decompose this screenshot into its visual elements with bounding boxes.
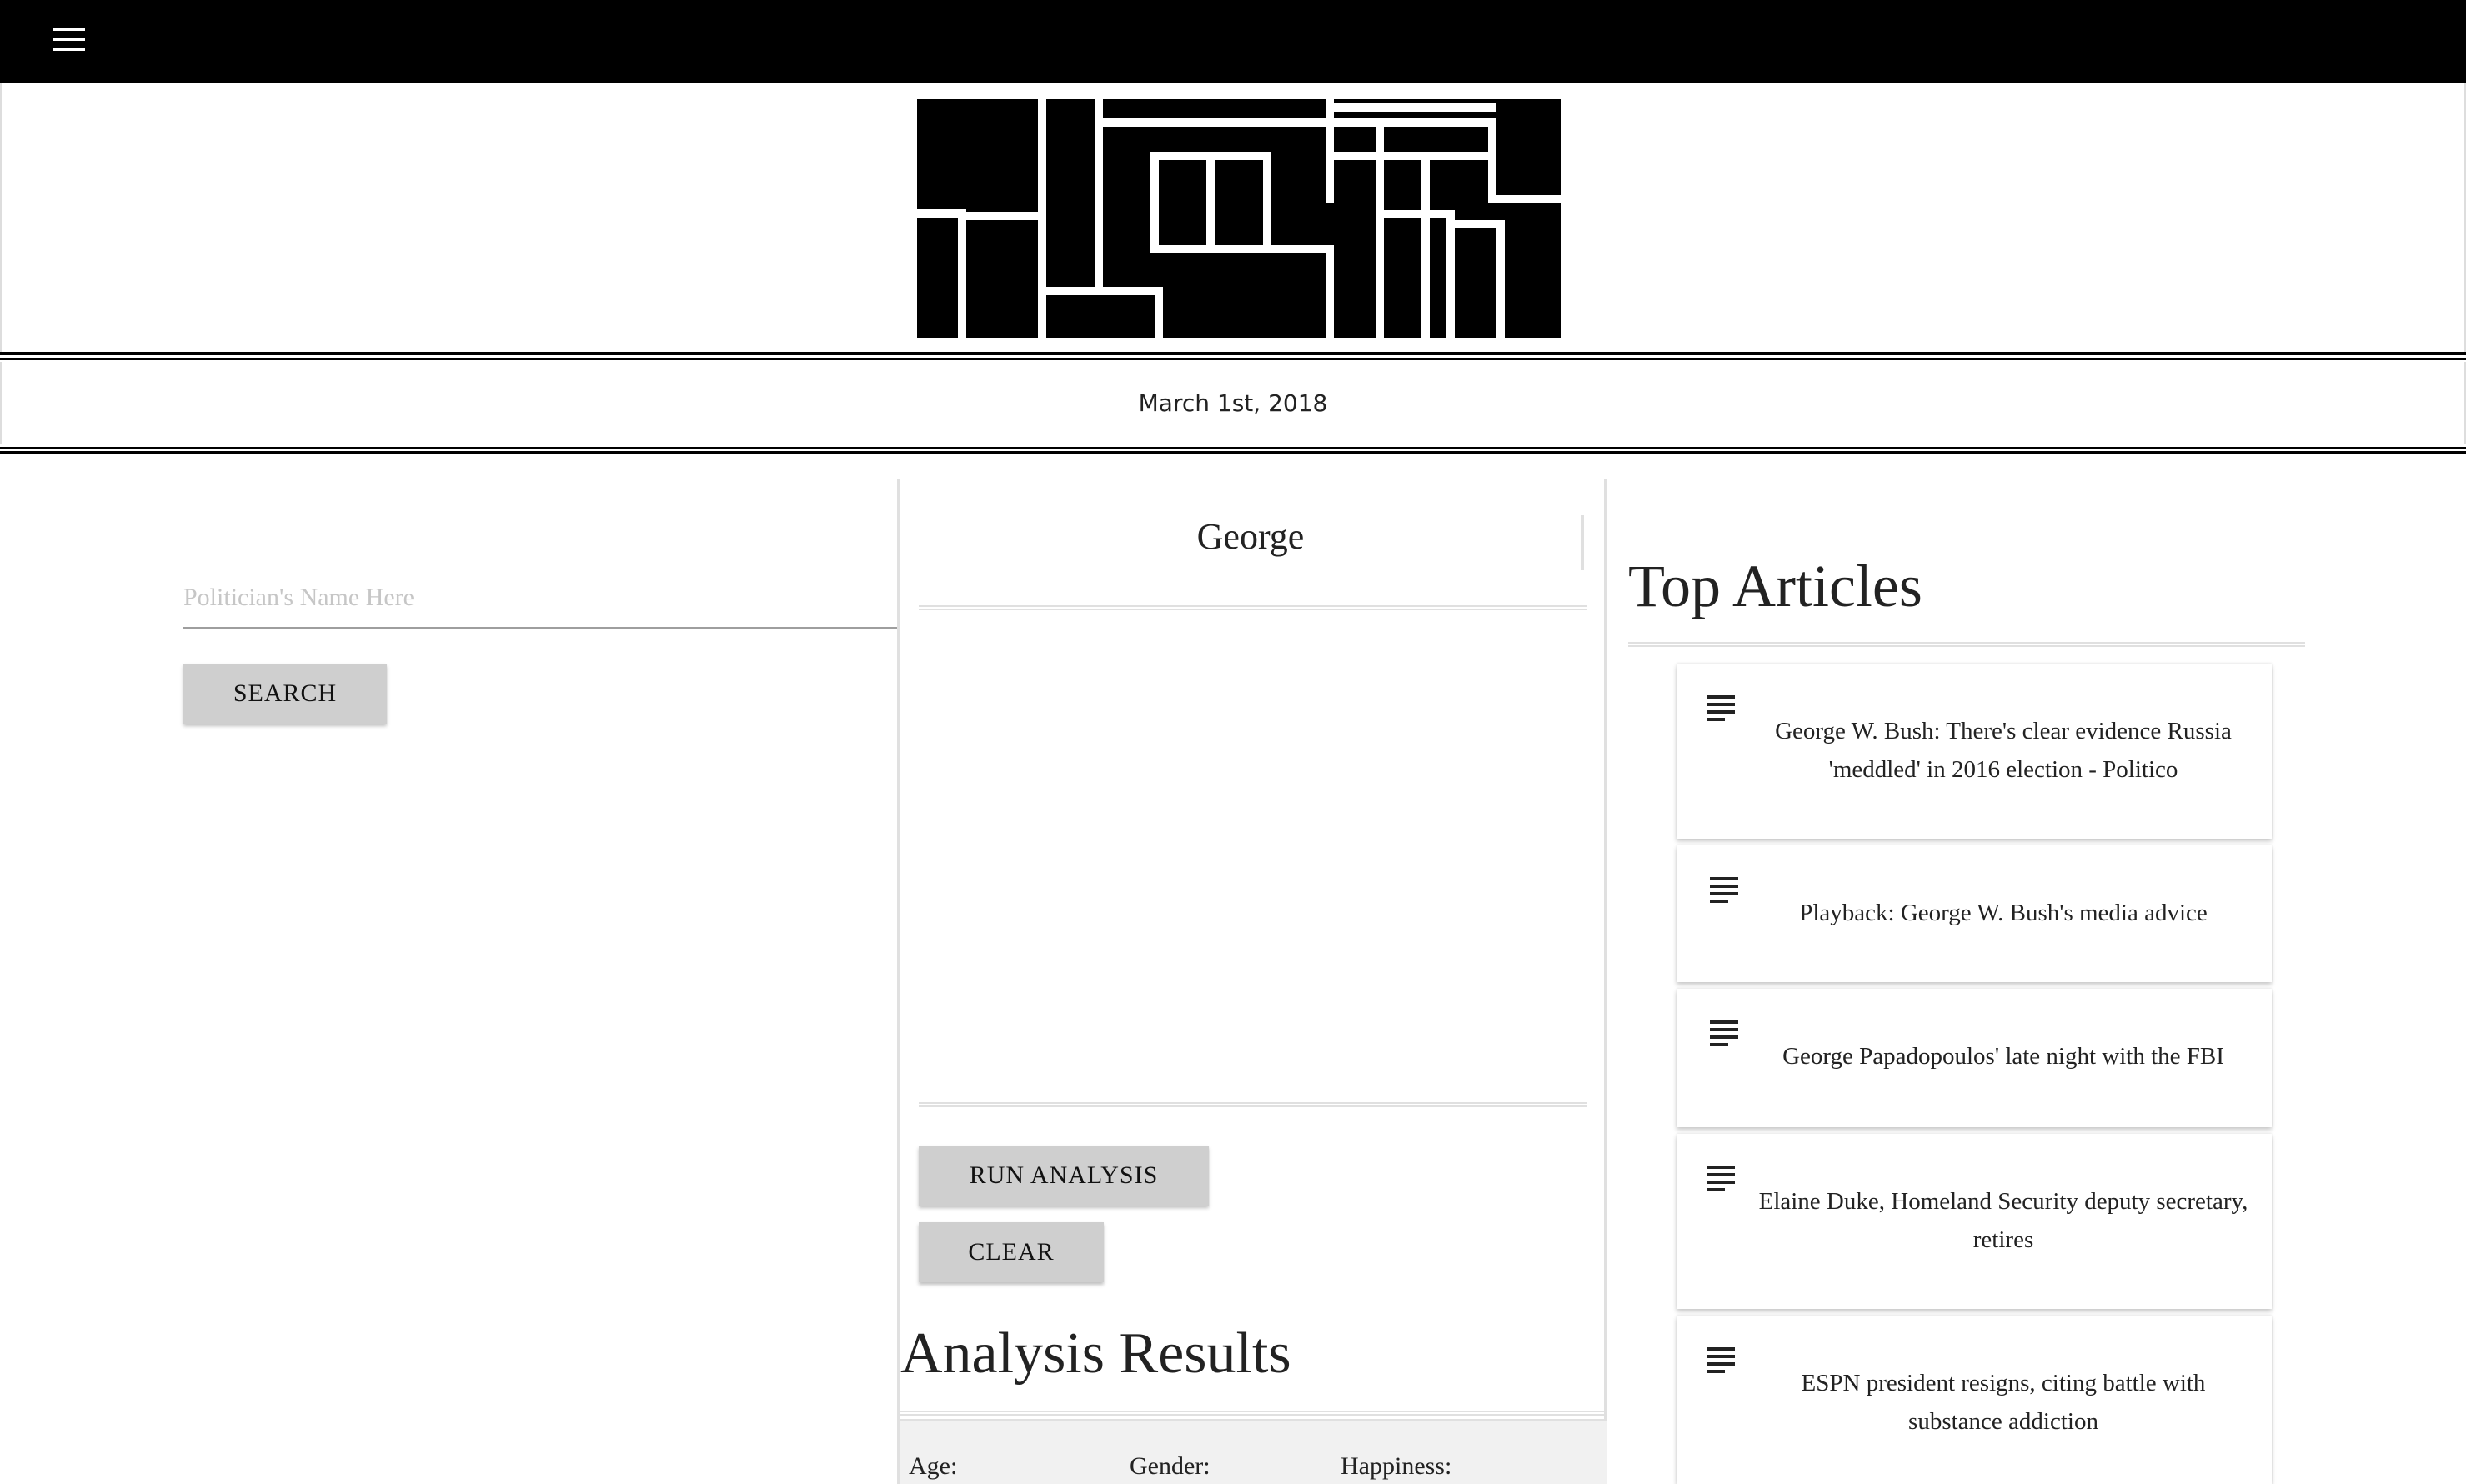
article-title: George W. Bush: There's clear evidence R… <box>1775 718 2232 783</box>
article-lines-icon <box>1707 1166 1735 1191</box>
divider <box>919 605 1587 610</box>
article-lines-icon <box>1707 1347 1735 1373</box>
happiness-label: Happiness: <box>1341 1452 1452 1480</box>
site-logo <box>917 99 1561 338</box>
candidate-name: George <box>1196 516 1305 557</box>
article-title: Elaine Duke, Homeland Security deputy se… <box>1758 1188 2248 1253</box>
logo-header <box>0 83 2466 352</box>
top-navbar <box>0 0 2466 83</box>
article-card[interactable]: George W. Bush: There's clear evidence R… <box>1677 664 2272 839</box>
divider <box>0 447 2466 449</box>
article-card[interactable]: Elaine Duke, Homeland Security deputy se… <box>1677 1134 2272 1309</box>
article-lines-icon <box>1710 1020 1738 1046</box>
divider <box>919 1102 1587 1107</box>
politician-search-input[interactable] <box>183 569 898 629</box>
age-label: Age: <box>909 1452 958 1480</box>
article-lines-icon <box>1707 695 1735 721</box>
current-date: March 1st, 2018 <box>1138 389 1328 417</box>
article-title: ESPN president resigns, citing battle wi… <box>1801 1370 2206 1435</box>
article-lines-icon <box>1710 877 1738 903</box>
analysis-canvas <box>919 612 1587 1100</box>
search-button[interactable]: SEARCH <box>183 664 387 724</box>
article-title: Playback: George W. Bush's media advice <box>1799 900 2208 926</box>
article-card[interactable]: Playback: George W. Bush's media advice <box>1677 845 2272 982</box>
analysis-results-title: Analysis Results <box>900 1321 1291 1386</box>
column-divider <box>1604 479 1607 1421</box>
article-card[interactable]: ESPN president resigns, citing battle wi… <box>1677 1316 2272 1484</box>
run-analysis-button[interactable]: RUN ANALYSIS <box>919 1146 1209 1206</box>
hamburger-menu-icon[interactable] <box>53 28 85 51</box>
clear-button[interactable]: CLEAR <box>919 1222 1104 1282</box>
divider <box>0 358 2466 360</box>
gender-label: Gender: <box>1130 1452 1210 1480</box>
top-articles-title: Top Articles <box>1628 553 1922 619</box>
divider <box>900 1411 1607 1416</box>
article-title: George Papadopoulos' late night with the… <box>1782 1043 2224 1070</box>
analysis-results-row: Age: Gender: Happiness: <box>900 1419 1607 1484</box>
article-card[interactable]: George Papadopoulos' late night with the… <box>1677 989 2272 1127</box>
divider <box>1628 642 2305 647</box>
divider <box>0 352 2466 355</box>
date-banner: March 1st, 2018 <box>0 362 2466 444</box>
divider <box>0 451 2466 454</box>
